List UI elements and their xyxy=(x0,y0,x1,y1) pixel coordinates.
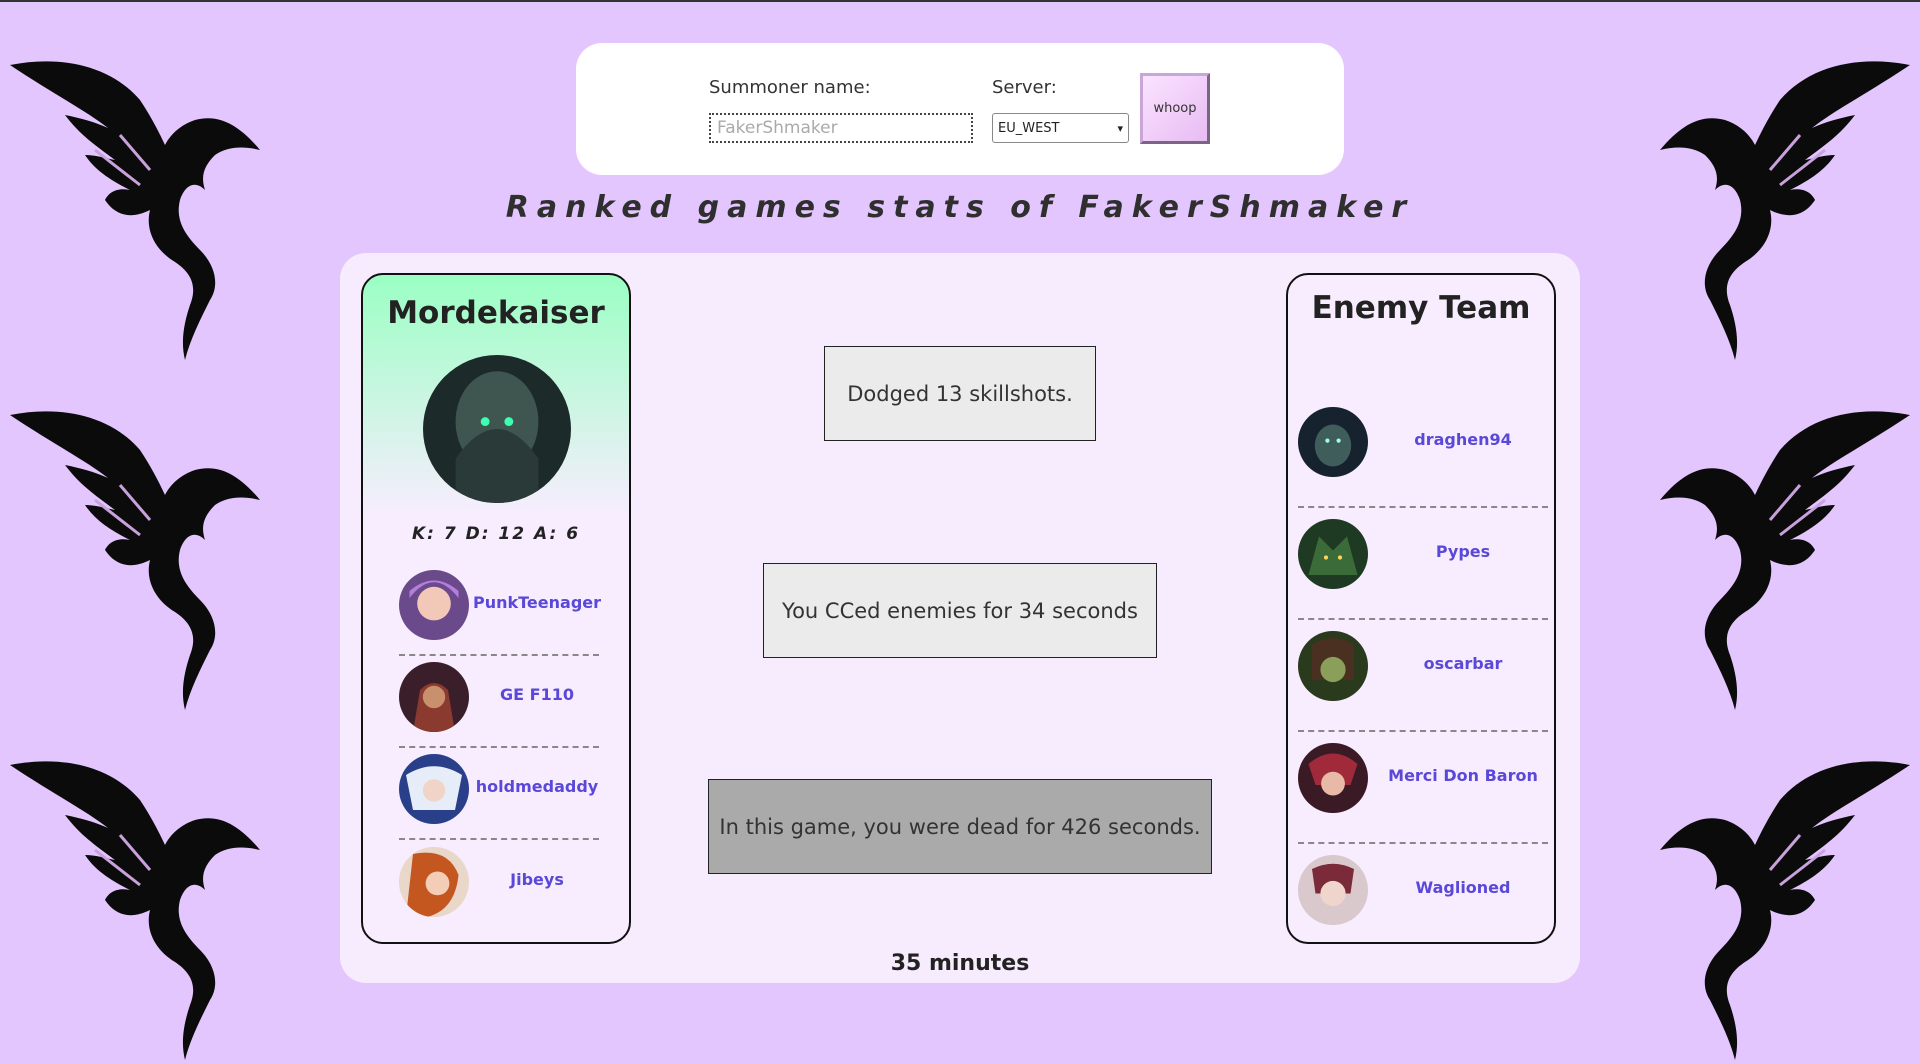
row-divider xyxy=(1298,730,1548,732)
enemy-name-link[interactable]: Merci Don Baron xyxy=(1378,766,1548,785)
row-divider xyxy=(1298,618,1548,620)
enemy-row: Merci Don Baron xyxy=(1298,743,1548,815)
chevron-down-icon: ▾ xyxy=(1117,121,1123,135)
ally-avatar xyxy=(399,847,469,917)
dragon-decoration-right-2 xyxy=(1620,390,1920,710)
ally-avatar xyxy=(399,754,469,824)
enemy-team-card: Enemy Team draghen94 Pypes oscarbar Merc… xyxy=(1286,273,1556,944)
enemy-avatar xyxy=(1298,407,1368,477)
search-panel: Summoner name: Server: EU_WEST ▾ whoop xyxy=(576,43,1344,175)
enemy-row: draghen94 xyxy=(1298,407,1548,479)
cc-stat: You CCed enemies for 34 seconds xyxy=(763,563,1157,658)
enemy-avatar xyxy=(1298,855,1368,925)
summoner-name-input[interactable] xyxy=(709,113,973,143)
champion-name: Mordekaiser xyxy=(387,295,605,331)
ally-name-link[interactable]: holdmedaddy xyxy=(469,777,605,796)
ally-name-link[interactable]: PunkTeenager xyxy=(469,593,605,612)
row-divider xyxy=(1298,842,1548,844)
top-border xyxy=(0,0,1920,2)
enemy-name-link[interactable]: oscarbar xyxy=(1378,654,1548,673)
ally-row: GE F110 xyxy=(399,662,599,734)
ally-name-link[interactable]: Jibeys xyxy=(469,870,605,889)
ally-row: holdmedaddy xyxy=(399,754,599,826)
champion-portrait xyxy=(423,355,571,503)
ally-name-link[interactable]: GE F110 xyxy=(469,685,605,704)
row-divider xyxy=(399,746,599,748)
enemy-row: oscarbar xyxy=(1298,631,1548,703)
enemy-row: Pypes xyxy=(1298,519,1548,591)
dragon-decoration-left-3 xyxy=(0,740,300,1062)
row-divider xyxy=(399,838,599,840)
skillshots-stat: Dodged 13 skillshots. xyxy=(824,346,1096,441)
whoop-button[interactable]: whoop xyxy=(1140,73,1210,144)
game-duration: 35 minutes xyxy=(890,951,1030,976)
row-divider xyxy=(399,654,599,656)
enemy-row: Waglioned xyxy=(1298,855,1548,927)
dragon-decoration-left-2 xyxy=(0,390,300,712)
kda-stats: K: 7 D: 12 A: 6 xyxy=(411,524,581,544)
enemy-name-link[interactable]: draghen94 xyxy=(1378,430,1548,449)
page-title: Ranked games stats of FakerShmaker xyxy=(505,190,1415,225)
my-team-card: Mordekaiser K: 7 D: 12 A: 6 PunkTeenager… xyxy=(361,273,631,944)
dragon-decoration-right-3 xyxy=(1620,740,1920,1060)
enemy-avatar xyxy=(1298,519,1368,589)
server-select-value: EU_WEST xyxy=(998,120,1060,136)
row-divider xyxy=(1298,506,1548,508)
enemy-team-title: Enemy Team xyxy=(1311,290,1531,326)
ally-avatar xyxy=(399,570,469,640)
ally-row: Jibeys xyxy=(399,847,599,919)
enemy-name-link[interactable]: Pypes xyxy=(1378,542,1548,561)
enemy-avatar xyxy=(1298,743,1368,813)
enemy-avatar xyxy=(1298,631,1368,701)
server-label: Server: xyxy=(992,77,1057,98)
ally-avatar xyxy=(399,662,469,732)
ally-row: PunkTeenager xyxy=(399,570,601,642)
summoner-name-label: Summoner name: xyxy=(709,77,871,98)
death-time-stat: In this game, you were dead for 426 seco… xyxy=(708,779,1212,874)
server-select[interactable]: EU_WEST ▾ xyxy=(992,113,1129,143)
enemy-name-link[interactable]: Waglioned xyxy=(1378,878,1548,897)
